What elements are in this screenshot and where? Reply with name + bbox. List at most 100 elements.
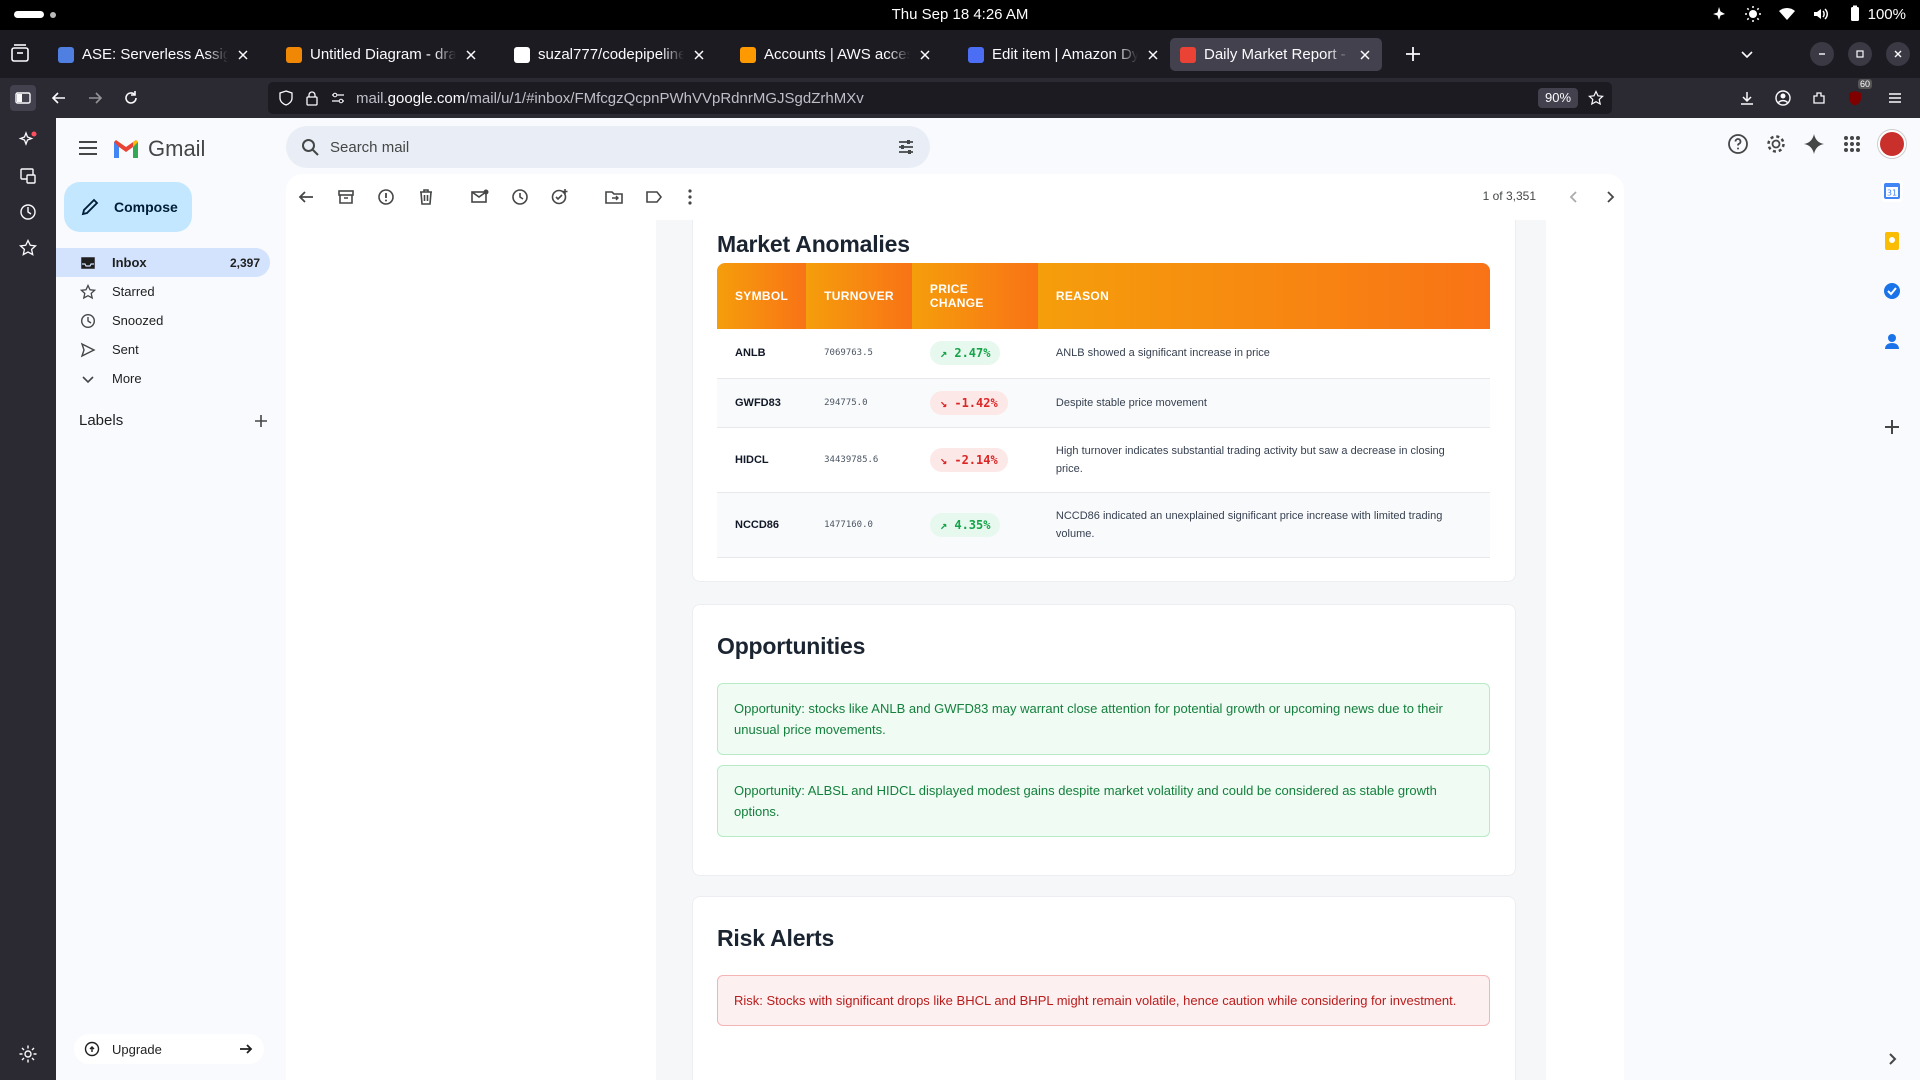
account-sync-icon[interactable] <box>1770 85 1796 111</box>
nav-item-more[interactable]: More <box>56 364 270 393</box>
tab-title: suzal777/codepipeline_test <box>538 46 684 63</box>
gmail-logo[interactable]: Gmail <box>112 136 205 162</box>
keep-icon[interactable] <box>1881 230 1903 252</box>
tab-favicon-icon <box>740 46 756 63</box>
tab-list-chevron-icon[interactable] <box>1734 41 1760 67</box>
tab-overview-icon[interactable] <box>8 42 32 66</box>
labels-header: Labels <box>79 412 269 429</box>
search-input[interactable] <box>330 126 850 168</box>
apps-grid-icon[interactable] <box>1840 132 1864 156</box>
browser-tab[interactable]: Edit item | Amazon Dynam <box>958 38 1170 71</box>
os-top-bar: Thu Sep 18 4:26 AM 100% <box>0 0 1920 30</box>
browser-tab[interactable]: suzal777/codepipeline_test <box>504 38 716 71</box>
market-anomalies-title: Market Anomalies <box>717 231 910 257</box>
tab-favicon-icon <box>286 46 302 63</box>
bookmarks-icon[interactable] <box>18 238 38 258</box>
close-tab-icon[interactable] <box>236 48 250 62</box>
symbol-cell: NCCD86 <box>717 492 807 558</box>
main-menu-icon[interactable] <box>76 136 100 160</box>
tasks-icon[interactable] <box>1881 280 1903 302</box>
support-icon[interactable] <box>1726 132 1750 156</box>
calendar-icon[interactable]: 31 <box>1881 180 1903 202</box>
url-bar[interactable]: mail.google.com/mail/u/1/#inbox/FMfcgzQc… <box>268 82 1612 114</box>
more-options-icon[interactable] <box>680 187 700 207</box>
nav-item-inbox[interactable]: Inbox 2,397 <box>56 248 270 277</box>
gmail-logo-text: Gmail <box>148 136 206 161</box>
settings-gear-icon[interactable] <box>1764 132 1788 156</box>
battery-icon <box>1850 5 1859 21</box>
sidebar-settings-icon[interactable] <box>18 1044 38 1064</box>
snooze-icon[interactable] <box>510 187 530 207</box>
ublock-extension-icon[interactable]: 60 <box>1842 79 1872 111</box>
tracking-shield-icon[interactable] <box>278 90 294 106</box>
ai-chatbot-icon[interactable] <box>18 130 38 150</box>
downloads-icon[interactable] <box>1734 85 1760 111</box>
newer-message-icon[interactable] <box>1564 187 1584 207</box>
table-row: ANLB 7069763.5 ↗ 2.47% ANLB showed a signif… <box>717 329 1490 379</box>
browser-tab[interactable]: Untitled Diagram - draw.io <box>276 38 488 71</box>
url-text[interactable]: mail.google.com/mail/u/1/#inbox/FMfcgzQc… <box>356 90 864 107</box>
label-icon[interactable] <box>644 187 664 207</box>
minimize-icon[interactable] <box>1810 42 1834 66</box>
contacts-icon[interactable] <box>1881 330 1903 352</box>
compose-button[interactable]: Compose <box>64 182 192 232</box>
app-menu-icon[interactable] <box>1882 85 1908 111</box>
labels-heading: Labels <box>79 412 124 429</box>
add-label-icon[interactable] <box>253 413 269 429</box>
extensions-icon[interactable] <box>1806 85 1832 111</box>
archive-icon[interactable] <box>336 187 356 207</box>
history-icon[interactable] <box>18 202 38 222</box>
header-turnover: TURNOVER <box>806 263 912 329</box>
message-body: Market Anomalies SYMBOL TURNOVER PRICE C… <box>286 220 1624 1080</box>
close-window-icon[interactable] <box>1886 42 1910 66</box>
os-clock[interactable]: Thu Sep 18 4:26 AM <box>0 6 1920 23</box>
reload-icon[interactable] <box>118 85 144 111</box>
zoom-level-badge[interactable]: 90% <box>1538 88 1579 108</box>
reason-cell: High turnover indicates substantial trad… <box>1037 427 1490 493</box>
tab-favicon-icon <box>1180 46 1196 63</box>
gemini-sparkle-icon[interactable] <box>1802 132 1826 156</box>
battery-status: 100% <box>1846 5 1906 23</box>
star-icon <box>80 283 96 299</box>
close-tab-icon[interactable] <box>464 48 478 62</box>
nav-item-starred[interactable]: Starred <box>56 277 270 306</box>
new-tab-icon[interactable] <box>1402 43 1424 65</box>
network-settings-icon <box>1710 5 1728 23</box>
add-to-tasks-icon[interactable] <box>550 187 570 207</box>
back-to-inbox-icon[interactable] <box>296 187 316 207</box>
bookmark-star-icon[interactable] <box>1588 90 1604 106</box>
synced-tabs-icon[interactable] <box>18 166 38 186</box>
restore-icon[interactable] <box>1848 42 1872 66</box>
permissions-icon[interactable] <box>330 90 346 106</box>
chevron-down-icon <box>82 375 94 383</box>
risk-alerts-card: Risk Alerts Risk: Stocks with significan… <box>692 896 1516 1080</box>
close-tab-icon[interactable] <box>918 48 932 62</box>
lock-icon[interactable] <box>304 90 320 106</box>
browser-tab[interactable]: Daily Market Report - pro <box>1170 38 1382 71</box>
mark-unread-icon[interactable] <box>470 187 490 207</box>
delete-icon[interactable] <box>416 187 436 207</box>
system-tray[interactable]: 100% <box>1710 5 1906 23</box>
turnover-cell: 1477160.0 <box>806 492 912 558</box>
account-avatar[interactable] <box>1878 130 1906 158</box>
close-tab-icon[interactable] <box>1146 48 1160 62</box>
hide-side-panel-icon[interactable] <box>1881 1048 1903 1070</box>
table-row: HIDCL 34439785.6 ↘ -2.14% High turnover ind… <box>717 427 1490 493</box>
search-icon[interactable] <box>300 137 320 157</box>
report-spam-icon[interactable] <box>376 187 396 207</box>
nav-item-snoozed[interactable]: Snoozed <box>56 306 270 335</box>
upgrade-button[interactable]: Upgrade <box>74 1034 264 1064</box>
header-reason: REASON <box>1037 263 1490 329</box>
close-tab-icon[interactable] <box>692 48 706 62</box>
move-to-icon[interactable] <box>604 187 624 207</box>
get-addons-icon[interactable] <box>1881 416 1903 438</box>
search-options-icon[interactable] <box>896 137 916 157</box>
browser-tab[interactable]: ASE: Serverless Assignme <box>48 38 260 71</box>
browser-tab[interactable]: Accounts | AWS access po <box>730 38 942 71</box>
forward-icon[interactable] <box>82 85 108 111</box>
back-icon[interactable] <box>46 85 72 111</box>
older-message-icon[interactable] <box>1600 187 1620 207</box>
close-tab-icon[interactable] <box>1358 48 1372 62</box>
nav-item-sent[interactable]: Sent <box>56 335 270 364</box>
sidebar-toggle-icon[interactable] <box>10 85 36 111</box>
